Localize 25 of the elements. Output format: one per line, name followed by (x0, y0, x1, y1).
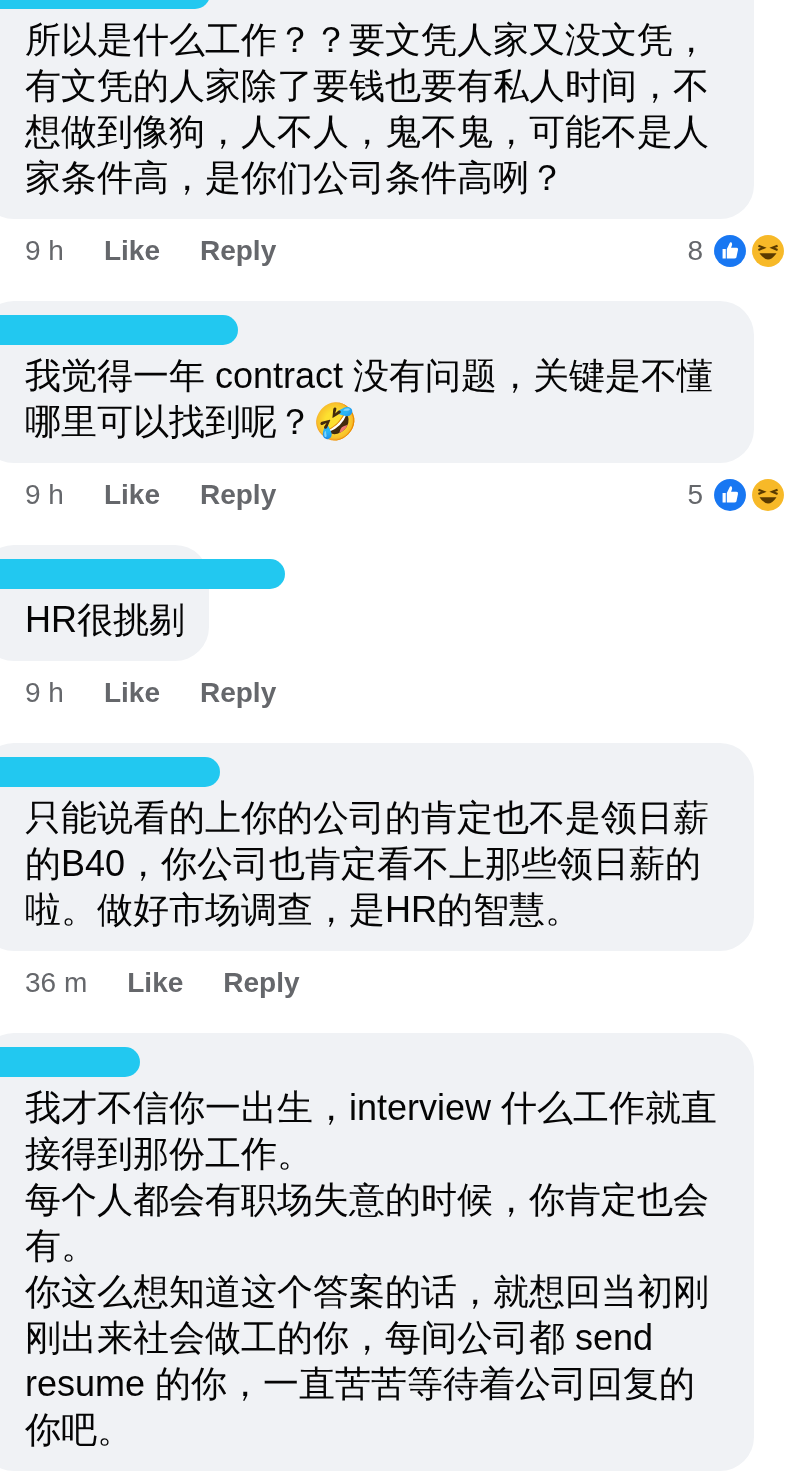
comment-paragraph: 我才不信你一出生，interview 什么工作就直接得到那份工作。 (25, 1086, 719, 1176)
comment-text: 只能说看的上你的公司的肯定也不是领日薪的B40，你公司也肯定看不上那些领日薪的啦。做好市场调查，是HR的智慧。 (25, 796, 710, 932)
like-link[interactable]: Like (103, 677, 160, 709)
reaction-count: 5 (687, 479, 703, 511)
like-link[interactable]: Like (103, 479, 160, 511)
laughing-face-icon (751, 478, 785, 512)
like-link[interactable]: Like (127, 967, 184, 999)
comment-paragraph: 你这么想知道这个答案的话，就想回当初刚刚出来社会做工的你，每间公司都 send resume 的你，一直苦苦等待着公司回复的你吧。 (25, 1270, 710, 1452)
reply-link[interactable]: Reply (199, 479, 277, 511)
comment-text: HR很挑剔 (25, 598, 185, 642)
reply-link[interactable]: Reply (199, 677, 277, 709)
like-link[interactable]: Like (103, 235, 160, 267)
reply-link[interactable]: Reply (199, 235, 277, 267)
timestamp: 36 m (25, 967, 88, 999)
reply-link[interactable]: Reply (223, 967, 300, 999)
laughing-face-icon (751, 234, 785, 268)
thumbs-up-icon[interactable] (713, 234, 747, 268)
timestamp: 9 h (25, 235, 64, 267)
comment-text: 我觉得一年 contract 没有问题，关键是不懂哪里可以找到呢？🤣 (25, 354, 715, 444)
comment-text: 所以是什么工作？？要文凭人家又没文凭，有文凭的人家除了要钱也要有私人时间，不想做到像狗，人不人，鬼不鬼，可能不是人家条件高，是你们公司条件高咧？ (25, 18, 710, 200)
thumbs-up-icon[interactable] (713, 478, 747, 512)
timestamp: 9 h (25, 479, 64, 511)
reaction-count: 8 (687, 235, 703, 267)
timestamp: 9 h (25, 677, 64, 709)
comment-paragraph: 每个人都会有职场失意的时候，你肯定也会有。 (25, 1178, 710, 1268)
